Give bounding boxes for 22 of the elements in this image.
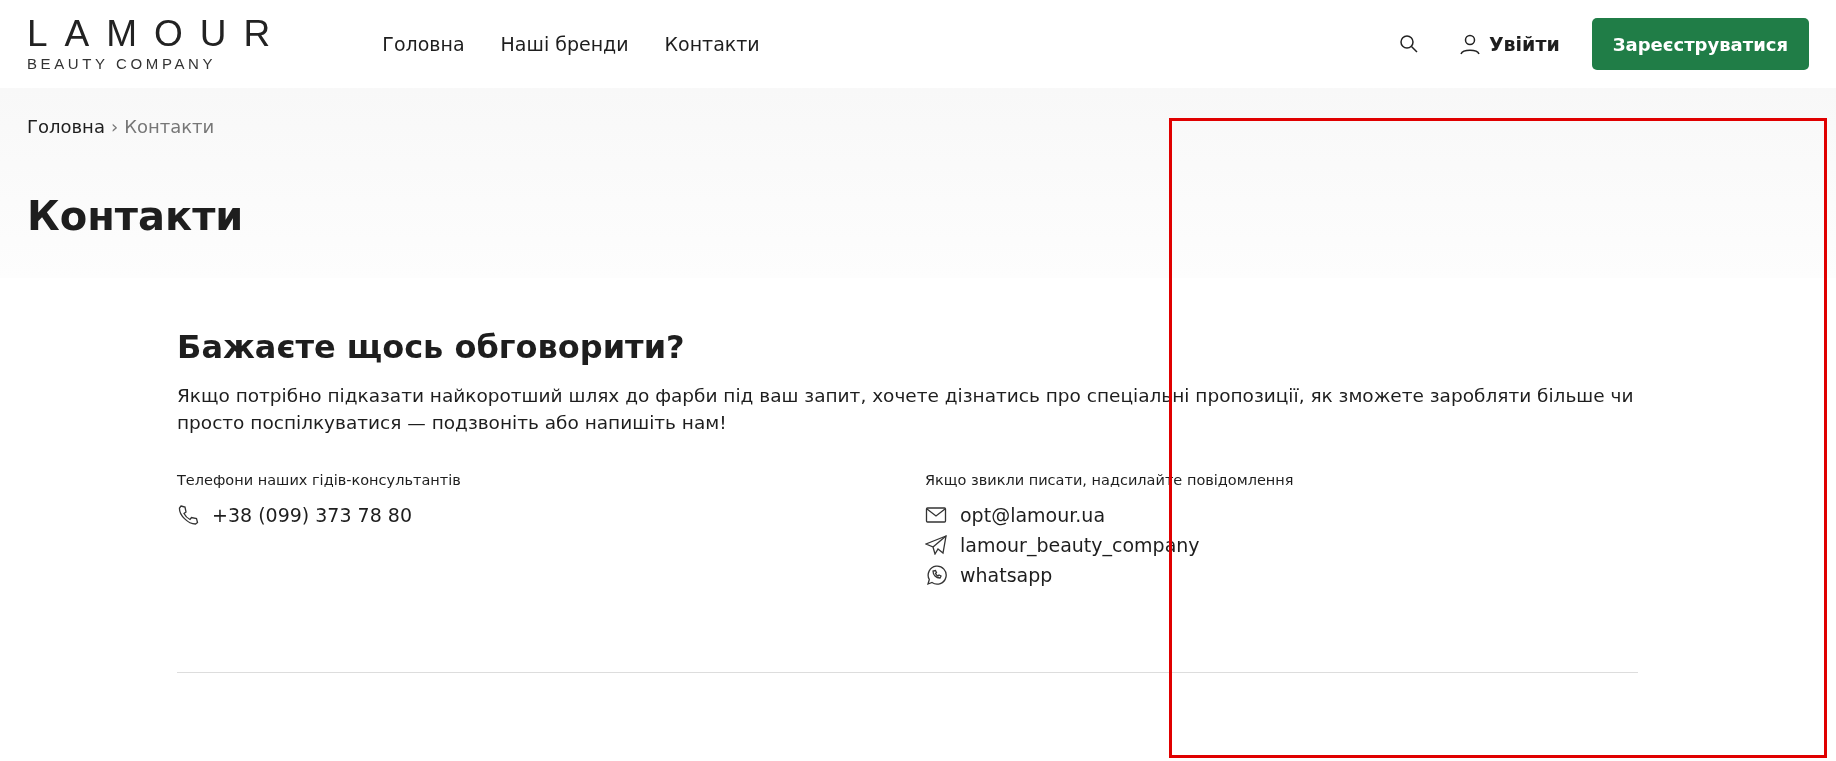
whatsapp-icon [925, 564, 947, 586]
section-heading: Бажаєте щось обговорити? [177, 328, 686, 366]
phone-link[interactable]: +38 (099) 373 78 80 [212, 504, 412, 526]
register-button[interactable]: Зареєструватися [1591, 18, 1809, 70]
nav-link[interactable]: Головна [382, 33, 465, 55]
search-icon[interactable] [1398, 34, 1419, 54]
user-icon [1458, 33, 1481, 55]
nav-link[interactable]: Наші бренди [500, 33, 629, 55]
paper-plane-icon [925, 535, 947, 555]
breadcrumb-link[interactable]: Головна [27, 116, 105, 137]
phone-icon [177, 504, 199, 526]
column-label: Телефони наших гідів-консультантів [177, 472, 462, 488]
envelope-icon [925, 506, 947, 524]
breadcrumb-current: Контакти [124, 116, 215, 137]
page-title: Контакти [27, 193, 245, 239]
logo-tagline: BEAUTY COMPANY [27, 55, 218, 73]
breadcrumb-separator: › [110, 116, 119, 137]
nav-link[interactable]: Контакти [664, 33, 760, 55]
whatsapp-link[interactable]: whatsapp [960, 564, 1053, 586]
login-link[interactable]: Увійти [1458, 33, 1560, 55]
email-link[interactable]: opt@lamour.ua [960, 504, 1106, 526]
logo-wordmark: LAMOUR [27, 15, 288, 53]
